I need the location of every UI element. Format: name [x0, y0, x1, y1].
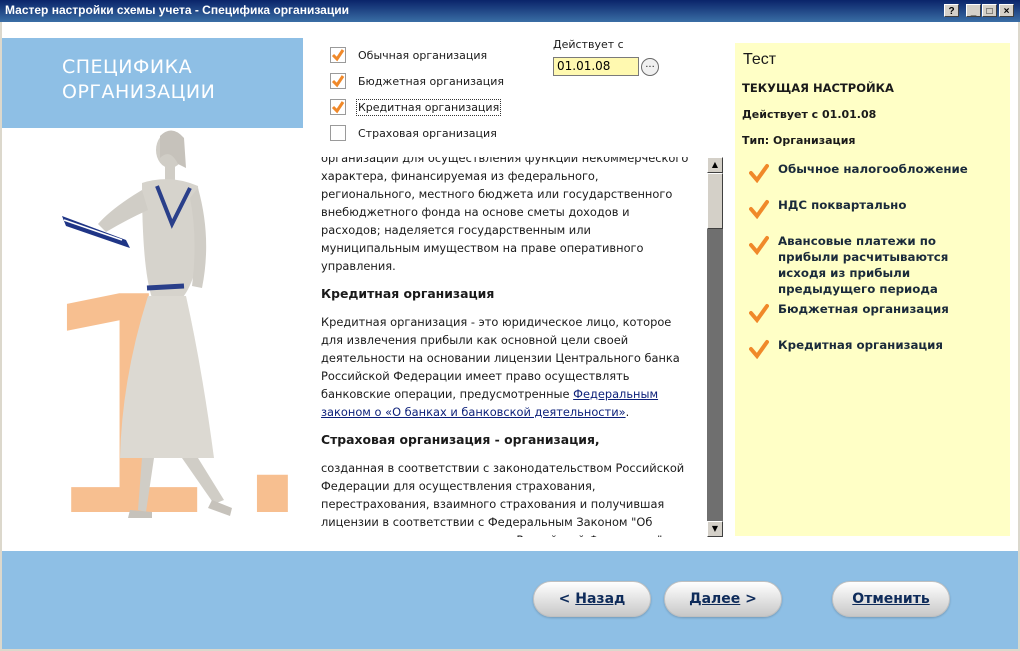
check-icon [749, 200, 769, 219]
next-button[interactable]: Далее > [664, 581, 782, 617]
check-icon [749, 340, 769, 359]
check-icon [331, 75, 345, 88]
help-button[interactable]: ? [944, 4, 959, 17]
cancel-button-label: Отменить [852, 591, 930, 607]
date-field[interactable]: 01.01.08 [553, 57, 639, 76]
checkbox-insurance[interactable] [330, 125, 346, 141]
summary-panel: Тест ТЕКУЩАЯ НАСТРОЙКА Действует с 01.01… [735, 43, 1010, 536]
summary-subtitle: ТЕКУЩАЯ НАСТРОЙКА [742, 81, 894, 95]
check-icon [331, 49, 345, 62]
scroll-down-icon[interactable]: ▼ [707, 521, 723, 537]
scroll-up-icon[interactable]: ▲ [707, 157, 723, 173]
description-text-area[interactable]: организации для осуществления функций не… [313, 157, 707, 537]
description-heading: Страховая организация - организация, [321, 432, 600, 447]
description-paragraph: организации для осуществления функций не… [321, 157, 689, 273]
checkbox-credit[interactable] [330, 99, 346, 115]
date-label: Действует с [553, 38, 624, 51]
checkbox-regular[interactable] [330, 47, 346, 63]
back-button-label: Назад [575, 591, 626, 607]
woman-illustration: 1. [34, 130, 320, 583]
check-icon [749, 164, 769, 183]
summary-date: Действует с 01.01.08 [742, 108, 877, 121]
option-label: Бюджетная организация [358, 75, 504, 88]
scroll-track[interactable] [707, 229, 723, 521]
check-icon [331, 101, 345, 114]
maximize-button[interactable]: □ [982, 4, 997, 17]
window-title-bar: Мастер настройки схемы учета - Специфика… [0, 0, 1020, 22]
section-header-panel: СПЕЦИФИКА ОРГАНИЗАЦИИ [2, 38, 303, 128]
date-picker-button[interactable]: ... [641, 58, 659, 76]
section-heading: СПЕЦИФИКА ОРГАНИЗАЦИИ [62, 56, 216, 103]
minimize-button[interactable]: _ [966, 4, 981, 17]
close-button[interactable]: × [999, 4, 1014, 17]
chevron-left-icon: < [558, 591, 571, 607]
window-title: Мастер настройки схемы учета - Специфика… [5, 3, 349, 17]
check-icon [749, 236, 769, 255]
description-heading: Кредитная организация [321, 286, 495, 301]
option-label: Обычная организация [358, 49, 488, 62]
description-scrollbar[interactable]: ▲ ▼ [707, 157, 723, 537]
option-label: Кредитная организация [355, 99, 502, 116]
next-button-label: Далее [689, 591, 741, 607]
check-icon [749, 304, 769, 323]
option-label: Страховая организация [358, 127, 497, 140]
description-paragraph: Кредитная организация - это юридическое … [321, 315, 680, 419]
chevron-right-icon: > [745, 591, 757, 607]
scroll-thumb[interactable] [707, 173, 723, 229]
back-button[interactable]: < Назад [533, 581, 651, 617]
cancel-button[interactable]: Отменить [832, 581, 950, 617]
illustration: 1. [2, 128, 320, 583]
summary-type: Тип: Организация [742, 134, 856, 147]
checkbox-budget[interactable] [330, 73, 346, 89]
summary-title: Тест [743, 51, 777, 68]
description-paragraph: созданная в соответствии с законодательс… [321, 461, 685, 537]
